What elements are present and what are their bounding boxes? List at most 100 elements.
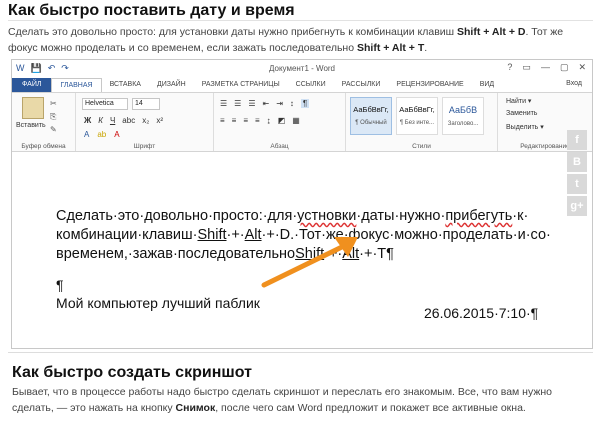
cut-icon[interactable]: ✂	[50, 97, 57, 110]
tab-view[interactable]: ВИД	[472, 78, 502, 92]
align-right-icon[interactable]: ≡	[243, 116, 248, 125]
maximize-button[interactable]: ▢	[560, 62, 569, 73]
divider	[8, 352, 593, 353]
font-color-row: A ab A	[84, 130, 120, 139]
group-label: Шрифт	[133, 143, 156, 150]
help-button[interactable]: ?	[507, 62, 512, 73]
doc-misspelled: прибегуть	[445, 208, 513, 224]
group-font: Helvetica 14 Ж К Ч abc x₂ x² A ab A Шриф…	[76, 93, 214, 151]
tab-references[interactable]: ССЫЛКИ	[288, 78, 334, 92]
inserted-date-time: 26.06.2015·7:10·¶	[424, 305, 539, 321]
word-screenshot: W 💾 ↶ ↷ Документ1 - Word ? ▭ — ▢ ✕ ФАЙЛ …	[11, 59, 593, 349]
bullets-icon[interactable]: ☰	[220, 99, 227, 108]
superscript-button[interactable]: x²	[156, 116, 163, 125]
style-name: ¶ Обычный	[355, 120, 387, 126]
signin-link[interactable]: Вход	[566, 80, 582, 87]
align-left-icon[interactable]: ≡	[220, 116, 225, 125]
section-heading-date: Как быстро поставить дату и время	[8, 2, 295, 19]
para-text: , после чего сам Word предложит и покаже…	[215, 402, 526, 414]
group-label: Стили	[412, 143, 431, 150]
twitter-icon[interactable]: t	[567, 174, 587, 194]
style-no-spacing[interactable]: АаБбВвГг, ¶ Без инте...	[396, 97, 438, 135]
tab-file[interactable]: ФАЙЛ	[12, 78, 52, 92]
underline-button[interactable]: Ч	[110, 116, 115, 125]
para-text: Сделать это довольно просто: для установ…	[8, 26, 457, 38]
doc-text: ·даты·нужно·	[356, 208, 446, 224]
document-page[interactable]: Сделать·это·довольно·просто:·для·устновк…	[12, 153, 592, 348]
decrease-indent-icon[interactable]: ⇤	[263, 99, 270, 108]
italic-button[interactable]: К	[98, 116, 103, 125]
clipboard-icons: ✂ ⎘ ✎	[50, 97, 57, 136]
style-preview: АаБбВвГг,	[399, 105, 435, 114]
social-share-bar: f B t g+	[567, 130, 587, 218]
font-format-row: Ж К Ч abc x₂ x²	[84, 116, 163, 125]
ribbon-tabs: ФАЙЛ ГЛАВНАЯ ВСТАВКА ДИЗАЙН РАЗМЕТКА СТР…	[12, 78, 592, 92]
font-name-input[interactable]: Helvetica	[82, 98, 128, 110]
show-marks-icon[interactable]: ¶	[300, 99, 310, 108]
button-name: Снимок	[175, 402, 216, 414]
group-label: Абзац	[270, 143, 289, 150]
facebook-icon[interactable]: f	[567, 130, 587, 150]
group-label: Буфер обмена	[21, 143, 66, 150]
align-center-icon[interactable]: ≡	[232, 116, 237, 125]
document-line: Мой компьютер лучший паблик	[56, 295, 260, 311]
group-paragraph: ☰ ☰ ☰ ⇤ ⇥ ↕ ¶ ≡ ≡ ≡ ≡ ↨ ◩ ▦ Абзац	[214, 93, 346, 151]
paragraph-screenshot: Бывает, что в процессе работы надо быстр…	[12, 384, 592, 416]
doc-text: Сделать·это·довольно·просто:·для·	[56, 208, 298, 224]
para-text: .	[424, 42, 428, 54]
find-button[interactable]: Найти ▾	[506, 97, 531, 105]
paste-button[interactable]: Вставить	[16, 122, 46, 129]
tab-design[interactable]: ДИЗАЙН	[149, 78, 194, 92]
divider	[8, 20, 593, 21]
line-spacing-icon[interactable]: ↨	[267, 116, 271, 125]
tab-review[interactable]: РЕЦЕНЗИРОВАНИЕ	[388, 78, 471, 92]
pilcrow: ¶	[56, 277, 64, 293]
tab-insert[interactable]: ВСТАВКА	[102, 78, 149, 92]
close-button[interactable]: ✕	[578, 62, 586, 73]
bold-button[interactable]: Ж	[84, 116, 91, 125]
numbering-icon[interactable]: ☰	[234, 99, 241, 108]
replace-button[interactable]: Заменить	[506, 110, 537, 117]
shading-icon[interactable]: ◩	[278, 116, 286, 125]
increase-indent-icon[interactable]: ⇥	[276, 99, 283, 108]
multilevel-icon[interactable]: ☰	[248, 99, 255, 108]
text-effects-icon[interactable]: A	[84, 130, 89, 139]
tab-home[interactable]: ГЛАВНАЯ	[51, 78, 102, 92]
word-titlebar: W 💾 ↶ ↷ Документ1 - Word ? ▭ — ▢ ✕	[12, 60, 592, 78]
window-controls: ? ▭ — ▢ ✕	[507, 62, 586, 73]
format-painter-icon[interactable]: ✎	[50, 123, 57, 136]
select-button[interactable]: Выделить ▾	[506, 123, 544, 131]
group-clipboard: Вставить ✂ ⎘ ✎ Буфер обмена	[12, 93, 76, 151]
style-preview: АаБбВвГг,	[353, 105, 389, 114]
paste-icon[interactable]	[22, 97, 44, 119]
group-styles: АаБбВвГг, ¶ Обычный АаБбВвГг, ¶ Без инте…	[346, 93, 498, 151]
font-color-icon[interactable]: A	[114, 130, 119, 139]
vk-icon[interactable]: B	[567, 152, 587, 172]
tab-mailings[interactable]: РАССЫЛКИ	[334, 78, 389, 92]
doc-text: ·к·	[512, 208, 529, 224]
paragraph-date: Сделать это довольно просто: для установ…	[8, 24, 593, 56]
strikethrough-button[interactable]: abc	[122, 116, 135, 125]
doc-misspelled: устновки	[297, 208, 357, 224]
ribbon: Вставить ✂ ⎘ ✎ Буфер обмена Helvetica 14…	[12, 92, 592, 152]
tab-layout[interactable]: РАЗМЕТКА СТРАНИЦЫ	[194, 78, 288, 92]
style-normal[interactable]: АаБбВвГг, ¶ Обычный	[350, 97, 392, 135]
style-preview: АаБбВ	[448, 105, 478, 115]
borders-icon[interactable]: ▦	[292, 116, 300, 125]
orange-arrow	[261, 237, 358, 288]
style-heading[interactable]: АаБбВ Заголово...	[442, 97, 484, 135]
doc-text: комбинации·клавиш·	[56, 227, 198, 243]
minimize-button[interactable]: —	[541, 62, 550, 73]
sort-icon[interactable]: ↕	[290, 99, 294, 108]
subscript-button[interactable]: x₂	[142, 116, 149, 125]
shortcut-date: Shift + Alt + D	[457, 26, 526, 38]
justify-icon[interactable]: ≡	[255, 116, 260, 125]
copy-icon[interactable]: ⎘	[50, 110, 57, 123]
highlight-icon[interactable]: ab	[97, 130, 106, 139]
doc-key: Shift	[197, 227, 227, 243]
doc-text: ·+·	[226, 227, 245, 243]
font-size-input[interactable]: 14	[132, 98, 160, 110]
googleplus-icon[interactable]: g+	[567, 196, 587, 216]
section-heading-screenshot: Как быстро создать скриншот	[12, 364, 252, 381]
ribbon-options-button[interactable]: ▭	[522, 62, 531, 73]
